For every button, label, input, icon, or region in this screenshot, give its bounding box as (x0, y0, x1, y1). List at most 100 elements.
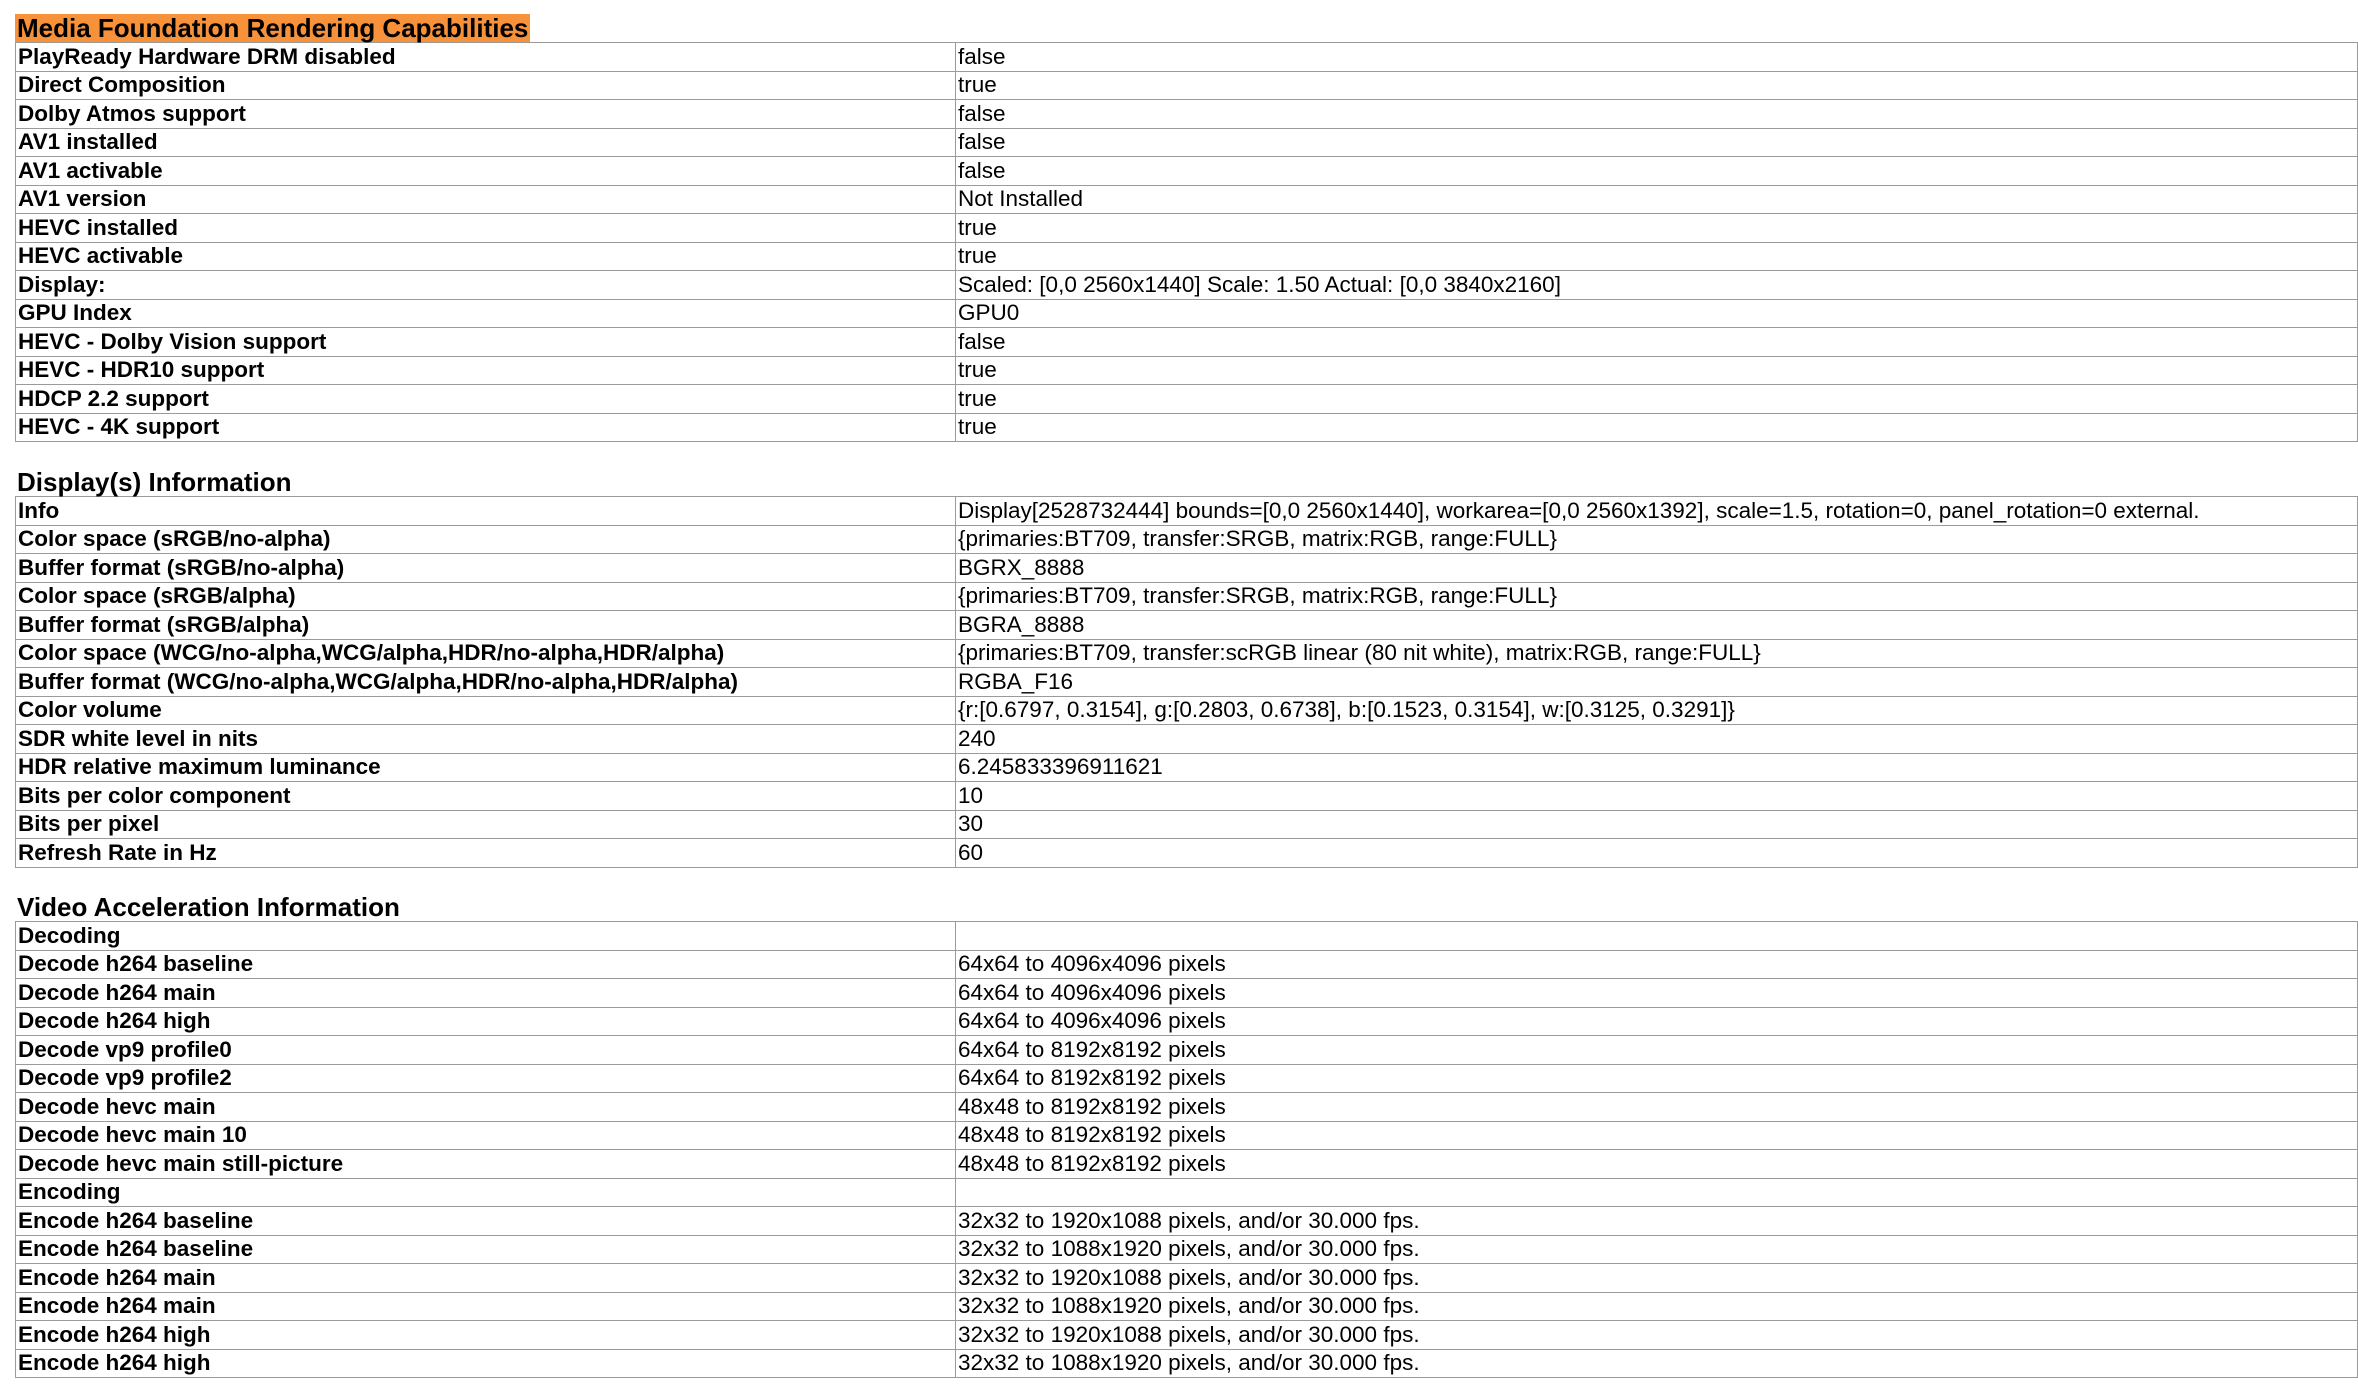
row-value: true (955, 355, 2358, 385)
table-row: PlayReady Hardware DRM disabled false (15, 42, 2358, 72)
row-label: AV1 activable (15, 156, 956, 186)
table-row: HDCP 2.2 support true (15, 384, 2358, 414)
row-label: Encode h264 main (15, 1291, 956, 1321)
row-label: Display: (15, 270, 956, 300)
row-label: AV1 installed (15, 127, 956, 157)
row-label: Decode hevc main 10 (15, 1120, 956, 1150)
row-value: Scaled: [0,0 2560x1440] Scale: 1.50 Actu… (955, 270, 2358, 300)
row-label: HEVC - HDR10 support (15, 355, 956, 385)
row-label: Bits per color component (15, 781, 956, 811)
table-row: Decode h264 baseline 64x64 to 4096x4096 p… (15, 949, 2358, 979)
table-row: Encode h264 main 32x32 to 1920x1088 pixel… (15, 1263, 2358, 1293)
row-label: Buffer format (sRGB/alpha) (15, 610, 956, 640)
section-title-text: Video Acceleration Information (17, 892, 400, 922)
row-label: Encode h264 high (15, 1348, 956, 1378)
table-row: Encoding (15, 1177, 2358, 1207)
row-label: Decode vp9 profile2 (15, 1063, 956, 1093)
table-row: HEVC - Dolby Vision support false (15, 327, 2358, 357)
row-label: Direct Composition (15, 70, 956, 100)
row-value: {primaries:BT709, transfer:scRGB linear … (955, 638, 2358, 668)
row-value: RGBA_F16 (955, 667, 2358, 697)
row-label: Dolby Atmos support (15, 99, 956, 129)
table-row: Buffer format (WCG/no-alpha,WCG/alpha,HD… (15, 667, 2358, 697)
row-label: Info (15, 496, 956, 526)
row-value: true (955, 384, 2358, 414)
row-label: Encode h264 baseline (15, 1206, 956, 1236)
row-value: true (955, 412, 2358, 442)
row-value: 10 (955, 781, 2358, 811)
row-value: 32x32 to 1088x1920 pixels, and/or 30.000… (955, 1234, 2358, 1264)
row-value: BGRX_8888 (955, 553, 2358, 583)
row-value: {primaries:BT709, transfer:SRGB, matrix:… (955, 524, 2358, 554)
row-value: true (955, 213, 2358, 243)
row-value: false (955, 127, 2358, 157)
row-value: {primaries:BT709, transfer:SRGB, matrix:… (955, 581, 2358, 611)
row-label: PlayReady Hardware DRM disabled (15, 42, 956, 72)
table-row: Color space (WCG/no-alpha,WCG/alpha,HDR/… (15, 638, 2358, 668)
table-media-foundation: PlayReady Hardware DRM disabled false Dire… (15, 42, 2358, 442)
row-label: HEVC installed (15, 213, 956, 243)
row-label: Encode h264 baseline (15, 1234, 956, 1264)
table-row: Decode h264 high 64x64 to 4096x4096 pixel… (15, 1006, 2358, 1036)
table-row: Direct Composition true (15, 70, 2358, 100)
row-label: SDR white level in nits (15, 724, 956, 754)
table-row: Decode vp9 profile0 64x64 to 8192x8192 pi… (15, 1035, 2358, 1065)
row-value: 32x32 to 1088x1920 pixels, and/or 30.000… (955, 1291, 2358, 1321)
row-label: Buffer format (WCG/no-alpha,WCG/alpha,HD… (15, 667, 956, 697)
row-value: true (955, 241, 2358, 271)
table-row: Display: Scaled: [0,0 2560x1440] Scale: 1… (15, 270, 2358, 300)
row-label: Refresh Rate in Hz (15, 838, 956, 868)
gpu-info-page: Media Foundation Rendering Capabilities … (0, 0, 2358, 1394)
row-value: 32x32 to 1088x1920 pixels, and/or 30.000… (955, 1348, 2358, 1378)
table-row: Decode hevc main 48x48 to 8192x8192 pixel… (15, 1092, 2358, 1122)
section-title-text: Display(s) Information (17, 467, 292, 497)
table-row: Dolby Atmos support false (15, 99, 2358, 129)
row-value: 6.245833396911621 (955, 752, 2358, 782)
row-label: HEVC activable (15, 241, 956, 271)
table-row: Buffer format (sRGB/no-alpha) BGRX_8888 (15, 553, 2358, 583)
row-label: Encoding (15, 1177, 956, 1207)
table-row: Decode h264 main 64x64 to 4096x4096 pixel… (15, 978, 2358, 1008)
table-row: Buffer format (sRGB/alpha) BGRA_8888 (15, 610, 2358, 640)
row-value: false (955, 156, 2358, 186)
table-display-info: Info Display[2528732444] bounds=[0,0 2560… (15, 496, 2358, 868)
row-label: HDR relative maximum luminance (15, 752, 956, 782)
table-row: Color space (sRGB/no-alpha) {primaries:BT… (15, 524, 2358, 554)
row-label: Decoding (15, 921, 956, 951)
row-value: Not Installed (955, 184, 2358, 214)
table-row: SDR white level in nits 240 (15, 724, 2358, 754)
row-label: HDCP 2.2 support (15, 384, 956, 414)
table-row: AV1 version Not Installed (15, 184, 2358, 214)
section-media-foundation: Media Foundation Rendering Capabilities … (15, 14, 2358, 442)
section-title-text: Media Foundation Rendering Capabilities (15, 13, 531, 43)
table-row: Encode h264 baseline 32x32 to 1920x1088 p… (15, 1206, 2358, 1236)
row-label: HEVC - 4K support (15, 412, 956, 442)
table-row: Bits per color component 10 (15, 781, 2358, 811)
table-row: Encode h264 main 32x32 to 1088x1920 pixel… (15, 1291, 2358, 1321)
row-label: Color space (sRGB/alpha) (15, 581, 956, 611)
row-label: Decode h264 high (15, 1006, 956, 1036)
row-label: GPU Index (15, 298, 956, 328)
section-title-display-info: Display(s) Information (15, 468, 2358, 496)
row-label: Color volume (15, 695, 956, 725)
table-row: HEVC activable true (15, 241, 2358, 271)
table-row: HEVC - 4K support true (15, 412, 2358, 442)
row-label: Bits per pixel (15, 809, 956, 839)
row-value: 32x32 to 1920x1088 pixels, and/or 30.000… (955, 1320, 2358, 1350)
row-label: Decode hevc main (15, 1092, 956, 1122)
table-row: Color space (sRGB/alpha) {primaries:BT709… (15, 581, 2358, 611)
table-row: Bits per pixel 30 (15, 809, 2358, 839)
table-row: Color volume {r:[0.6797, 0.3154], g:[0.28… (15, 695, 2358, 725)
table-row: HEVC - HDR10 support true (15, 355, 2358, 385)
row-label: Color space (WCG/no-alpha,WCG/alpha,HDR/… (15, 638, 956, 668)
row-value: 48x48 to 8192x8192 pixels (955, 1149, 2358, 1179)
table-video-acceleration: Decoding Decode h264 baseline 64x64 to 409… (15, 921, 2358, 1378)
row-value: 32x32 to 1920x1088 pixels, and/or 30.000… (955, 1206, 2358, 1236)
table-row: Decode hevc main still-picture 48x48 to 8… (15, 1149, 2358, 1179)
row-value: 240 (955, 724, 2358, 754)
row-value: true (955, 70, 2358, 100)
table-row: GPU Index GPU0 (15, 298, 2358, 328)
table-row: Refresh Rate in Hz 60 (15, 838, 2358, 868)
row-value (955, 1177, 2358, 1207)
table-row: Encode h264 high 32x32 to 1088x1920 pixel… (15, 1348, 2358, 1378)
